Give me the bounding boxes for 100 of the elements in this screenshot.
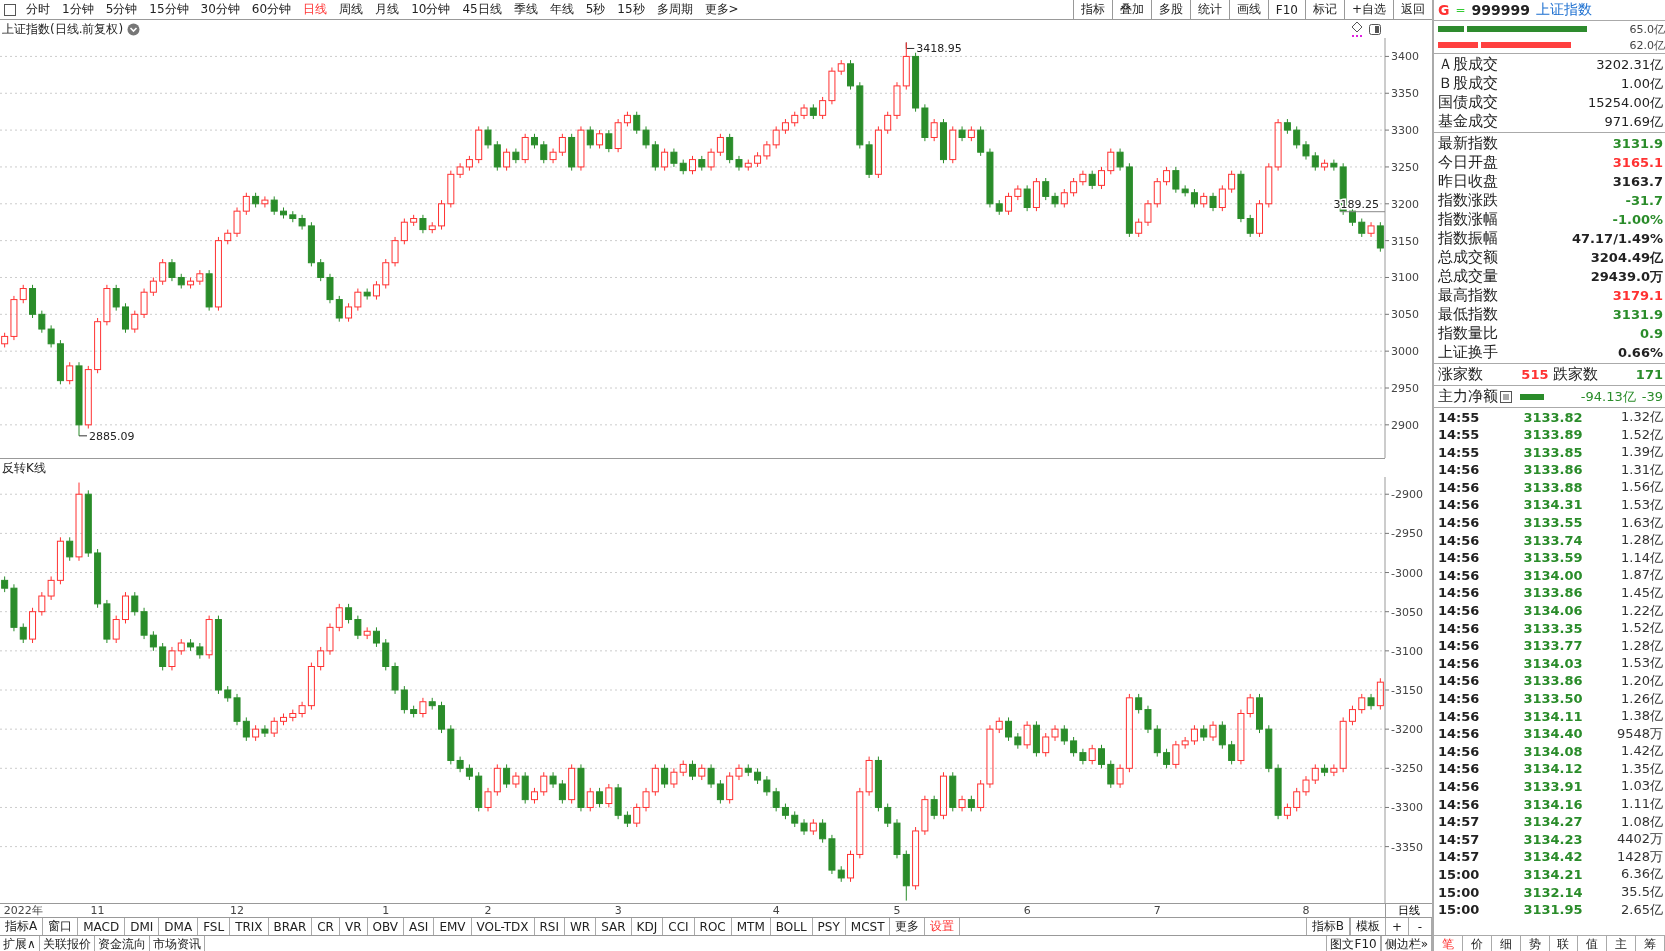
tick-volume: 1.53亿 (1620, 495, 1663, 514)
tick-time: 14:55 (1438, 427, 1481, 443)
period-tab[interactable]: 15秒 (611, 1, 651, 18)
stock-code: 999999 (1471, 2, 1530, 18)
axis-tick-label: 3100 (1384, 271, 1419, 285)
stat-label: 主力净额 (1438, 387, 1498, 406)
axis-tick-label: -3300 (1384, 801, 1423, 815)
period-tab[interactable]: 月线 (369, 1, 406, 18)
tick-volume: 1.63亿 (1620, 513, 1663, 532)
period-tab[interactable]: 周线 (333, 1, 370, 18)
bottom-tab[interactable]: 图文F10 (1326, 936, 1381, 951)
y-tick-label: -3200 (1391, 723, 1423, 737)
tick-price: 3133.88 (1522, 479, 1584, 495)
tick-price: 3133.86 (1522, 462, 1584, 478)
tick-volume: 4402万 (1615, 830, 1663, 849)
tick-time: 15:00 (1438, 884, 1481, 900)
stat-value: 1.00亿 (1621, 74, 1663, 93)
stock-name[interactable]: 上证指数 (1536, 1, 1592, 19)
tick-time: 14:56 (1438, 620, 1481, 636)
tick-price: 3134.06 (1522, 603, 1584, 619)
tick-price: 3134.42 (1522, 849, 1584, 865)
tick-price: 3133.91 (1522, 778, 1584, 794)
tick-price: 3133.35 (1522, 620, 1584, 636)
y-tick-label: 3350 (1391, 87, 1419, 101)
panel-button[interactable]: 指标B (1305, 918, 1350, 935)
stat-value: 971.69亿 (1604, 112, 1663, 131)
stat-value: 3165.1 (1612, 155, 1663, 170)
stat-value: 15254.00亿 (1587, 93, 1663, 112)
stat-value: -1.00% (1612, 212, 1663, 227)
period-tab[interactable]: 年线 (543, 1, 580, 18)
stat-label: 最高指数 (1438, 286, 1498, 305)
period-tab[interactable]: 15分钟 (143, 1, 195, 18)
stat-value: 3131.9 (1612, 307, 1663, 322)
tick-volume: 1428万 (1615, 847, 1663, 866)
y-tick-label: -3250 (1391, 762, 1423, 776)
axis-tick-label: 3000 (1384, 345, 1419, 359)
tick-volume: 1.28亿 (1620, 636, 1663, 655)
tick-time: 14:56 (1438, 497, 1481, 513)
axis-tick-label: 3200 (1384, 197, 1419, 211)
panel-button[interactable]: 模板 (1350, 918, 1386, 935)
y-tick-label: -3100 (1391, 644, 1423, 658)
tick-price: 3133.77 (1522, 638, 1584, 654)
bottom-tab[interactable]: 侧边栏» (1380, 936, 1432, 951)
y-tick-label: 3100 (1391, 271, 1419, 285)
tick-time: 14:56 (1438, 761, 1481, 777)
tick-time: 14:56 (1438, 462, 1481, 478)
bottom-tab[interactable]: 扩展∧ (0, 936, 40, 951)
period-tab[interactable]: 多周期 (650, 1, 699, 18)
tick-price: 3131.95 (1522, 902, 1584, 918)
tick-price: 3134.00 (1522, 567, 1584, 583)
tick-price: 3134.11 (1522, 708, 1584, 724)
stat-label: Ｂ股成交 (1438, 74, 1498, 93)
axis-label: 6 (1023, 904, 1031, 917)
stat-value: 47.17/1.49% (1572, 231, 1663, 246)
stat-label: 跌家数 (1552, 365, 1598, 384)
stat-label: 国债成交 (1438, 93, 1498, 112)
stat-value: 0.66% (1617, 345, 1663, 360)
stat-value: 3202.31亿 (1596, 55, 1663, 74)
tick-time: 14:56 (1438, 726, 1481, 742)
annotation: 2885.09 (89, 429, 135, 443)
period-tab[interactable]: 30分钟 (194, 1, 246, 18)
period-tab[interactable]: 季线 (507, 1, 544, 18)
period-tab[interactable]: 更多> (698, 1, 745, 18)
period-tab[interactable]: 1分钟 (56, 1, 100, 18)
stat-value: 3163.7 (1612, 174, 1663, 189)
period-tab[interactable]: 60分钟 (245, 1, 298, 18)
y-tick-label: -2950 (1391, 527, 1423, 541)
tick-volume: 1.38亿 (1620, 707, 1663, 726)
tick-volume: 1.14亿 (1620, 548, 1663, 567)
axis-label: 2 (484, 904, 492, 917)
annotation: 3418.95 (916, 42, 962, 56)
tick-time: 15:00 (1438, 866, 1481, 882)
stat-label: 指数涨幅 (1438, 210, 1498, 229)
tick-volume: 1.20亿 (1620, 671, 1663, 690)
tick-time: 14:56 (1438, 585, 1481, 601)
axis-label: 5 (893, 904, 901, 917)
period-tab[interactable]: 5秒 (579, 1, 612, 18)
bar-value: 65.0亿 (1628, 21, 1665, 37)
tick-price: 3134.12 (1522, 761, 1584, 777)
period-tab[interactable]: 5分钟 (99, 1, 144, 18)
tick-price: 3134.08 (1522, 743, 1584, 759)
period-tab[interactable]: 日线 (297, 1, 334, 18)
stat-label: 基金成交 (1438, 112, 1498, 131)
tick-time: 14:57 (1438, 814, 1481, 830)
tick-time: 14:56 (1438, 708, 1481, 724)
period-tab[interactable]: 分时 (20, 1, 56, 18)
tick-price: 3133.55 (1522, 515, 1584, 531)
tick-volume: 1.52亿 (1620, 425, 1663, 444)
tick-time: 14:56 (1438, 655, 1481, 671)
tick-volume: 6.36亿 (1620, 865, 1663, 884)
y-tick-label: 2900 (1391, 418, 1419, 432)
tick-volume: 1.56亿 (1620, 478, 1663, 497)
tick-volume: 1.26亿 (1620, 689, 1663, 708)
tick-time: 14:57 (1438, 849, 1481, 865)
tick-volume: 1.08亿 (1620, 812, 1663, 831)
period-tab[interactable]: 10分钟 (405, 1, 457, 18)
axis-tick-label: 3350 (1384, 87, 1419, 101)
period-tab[interactable]: 45日线 (456, 1, 508, 18)
y-tick-label: 3250 (1391, 160, 1419, 174)
tick-volume: 1.53亿 (1620, 654, 1663, 673)
